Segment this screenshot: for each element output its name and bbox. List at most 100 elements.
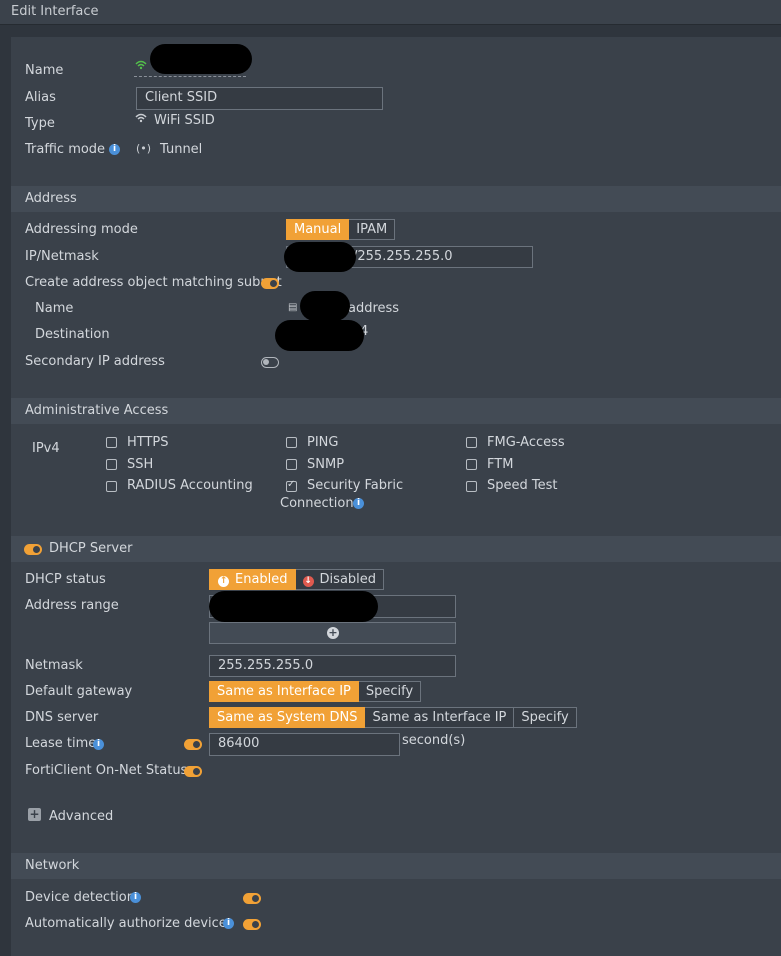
alias-input[interactable]: Client SSID (136, 87, 383, 110)
fmg-access-label: FMG-Access (487, 435, 565, 450)
radius-accounting-label: RADIUS Accounting (127, 478, 253, 493)
radius-accounting-checkbox[interactable] (106, 481, 117, 492)
addressing-mode-selector[interactable]: Manual IPAM (286, 219, 396, 240)
redacted-name (150, 44, 252, 74)
window-title: Edit Interface (11, 4, 99, 19)
lease-time-toggle[interactable] (184, 739, 202, 750)
addressing-mode-label: Addressing mode (25, 222, 138, 237)
dhcp-netmask-label: Netmask (25, 658, 83, 673)
dhcp-netmask-input[interactable]: 255.255.255.0 (209, 655, 456, 677)
address-header-text: Address (25, 191, 77, 206)
device-detection-label: Device detection (25, 890, 135, 905)
dns-server-selector[interactable]: Same as System DNS Same as Interface IP … (209, 707, 577, 728)
admin-access-section-header: Administrative Access (11, 398, 781, 424)
arrow-down-circle-icon: ↓ (302, 576, 314, 587)
ping-label: PING (307, 435, 339, 450)
snmp-label: SNMP (307, 457, 345, 472)
name-label: Name (25, 63, 64, 78)
ipv4-label: IPv4 (32, 441, 60, 456)
wifi-ssid-icon (135, 112, 147, 127)
type-value: WiFi SSID (154, 113, 215, 128)
lease-time-unit: second(s) (402, 733, 466, 748)
default-gateway-selector[interactable]: Same as Interface IP Specify (209, 681, 422, 702)
ip-netmask-label: IP/Netmask (25, 249, 99, 264)
default-gateway-label: Default gateway (25, 684, 133, 699)
address-range-label: Address range (25, 598, 119, 613)
traffic-mode-value: Tunnel (160, 142, 203, 157)
dhcp-section-header: DHCP Server (11, 536, 781, 562)
device-detection-toggle[interactable] (243, 893, 261, 904)
forticlient-onnet-toggle[interactable] (184, 766, 202, 777)
dns-same-as-system-option[interactable]: Same as System DNS (209, 707, 366, 728)
address-section-header: Address (11, 186, 781, 212)
ping-checkbox[interactable] (286, 437, 297, 448)
window-title-bar: Edit Interface (0, 0, 781, 25)
speed-test-label: Speed Test (487, 478, 558, 493)
address-object-name-value: address (348, 301, 400, 316)
alias-label: Alias (25, 90, 56, 105)
dhcp-disabled-option[interactable]: ↓ Disabled (295, 569, 385, 590)
gateway-same-as-interface-option[interactable]: Same as Interface IP (209, 681, 359, 702)
dhcp-status-label: DHCP status (25, 572, 106, 587)
name-underline (134, 76, 246, 77)
redacted-address-range (209, 591, 378, 622)
advanced-toggle-label[interactable]: Advanced (49, 809, 113, 824)
network-header-text: Network (25, 858, 80, 873)
fmg-access-checkbox[interactable] (466, 437, 477, 448)
dns-server-label: DNS server (25, 710, 99, 725)
gateway-specify-option[interactable]: Specify (358, 681, 422, 702)
https-label: HTTPS (127, 435, 169, 450)
address-object-icon: ▤ (288, 302, 298, 313)
tunnel-icon: (•) (136, 142, 152, 155)
mode-ipam-option[interactable]: IPAM (349, 219, 396, 240)
ssh-label: SSH (127, 457, 154, 472)
plus-circle-icon: + (327, 626, 339, 639)
dhcp-header-text: DHCP Server (49, 541, 133, 556)
ftm-label: FTM (487, 457, 514, 472)
security-fabric-info-icon[interactable]: i (353, 498, 364, 509)
secondary-ip-label: Secondary IP address (25, 354, 165, 369)
auto-authorize-toggle[interactable] (243, 919, 261, 930)
ftm-checkbox[interactable] (466, 459, 477, 470)
traffic-mode-label: Traffic mode (25, 142, 106, 157)
mode-manual-option[interactable]: Manual (286, 219, 350, 240)
security-fabric-label-line2: Connection (280, 496, 354, 511)
redacted-ip (284, 242, 356, 272)
dhcp-disabled-label: Disabled (319, 572, 377, 587)
device-detection-info-icon[interactable]: i (130, 892, 141, 903)
auto-authorize-label: Automatically authorize devices (25, 916, 234, 931)
create-address-object-toggle[interactable] (261, 278, 279, 289)
redacted-object-name (300, 291, 350, 321)
ssh-checkbox[interactable] (106, 459, 117, 470)
lease-time-info-icon[interactable]: i (93, 739, 104, 750)
wifi-icon (135, 60, 147, 73)
type-label: Type (25, 116, 55, 131)
redacted-destination (275, 320, 364, 351)
lease-time-label: Lease time (25, 736, 97, 751)
speed-test-checkbox[interactable] (466, 481, 477, 492)
add-range-button[interactable]: + (209, 622, 456, 644)
secondary-ip-toggle[interactable] (261, 357, 279, 368)
destination-label: Destination (35, 327, 110, 342)
dhcp-enabled-option[interactable]: ↑ Enabled (209, 569, 296, 590)
dns-same-as-interface-option[interactable]: Same as Interface IP (365, 707, 515, 728)
address-object-name-label: Name (35, 301, 74, 316)
auto-authorize-info-icon[interactable]: i (223, 918, 234, 929)
forticlient-onnet-label: FortiClient On-Net Status (25, 763, 188, 778)
dhcp-enabled-label: Enabled (235, 572, 288, 587)
dns-specify-option[interactable]: Specify (514, 707, 577, 728)
lease-time-input[interactable]: 86400 (209, 733, 400, 756)
expand-plus-icon[interactable]: + (28, 808, 41, 821)
admin-access-header-text: Administrative Access (25, 403, 169, 418)
traffic-info-icon[interactable]: i (109, 144, 120, 155)
security-fabric-checkbox[interactable] (286, 479, 297, 492)
dhcp-server-toggle[interactable] (24, 544, 42, 555)
https-checkbox[interactable] (106, 437, 117, 448)
snmp-checkbox[interactable] (286, 459, 297, 470)
arrow-up-circle-icon: ↑ (218, 576, 229, 587)
edit-interface-panel (11, 37, 781, 956)
dhcp-status-selector[interactable]: ↑ Enabled ↓ Disabled (209, 569, 385, 590)
create-address-object-label: Create address object matching subnet (25, 275, 282, 290)
network-section-header: Network (11, 853, 781, 879)
security-fabric-label: Security Fabric (307, 478, 404, 493)
